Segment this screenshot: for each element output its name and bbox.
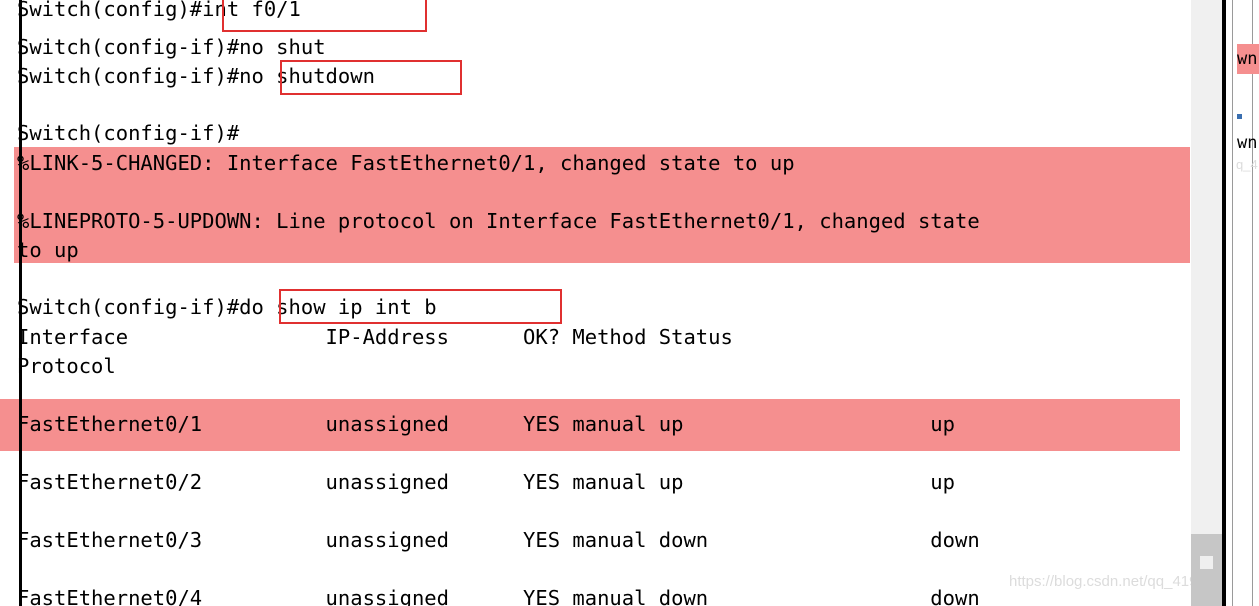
table-row-fa0-3: FastEthernet0/3 unassigned YES manual do… [17,528,980,552]
screenshot-root: Switch(config)#int f0/1 Switch(config-if… [0,0,1259,606]
table-header-line-1: Interface IP-Address OK? Method Status [17,325,733,349]
table-row-fa0-2: FastEthernet0/2 unassigned YES manual up… [17,470,955,494]
console-line-link-changed: %LINK-5-CHANGED: Interface FastEthernet0… [17,151,795,175]
table-row-fa0-1: FastEthernet0/1 unassigned YES manual up… [17,412,955,436]
background-window-edge-right [1252,0,1253,606]
table-header-line-2: Protocol [17,354,116,378]
console-line-prompt-int: Switch(config)#int f0/1 [17,0,301,21]
window-border-divider [1222,0,1226,606]
scrollbar-thumb[interactable] [1191,534,1222,606]
table-row-fa0-4: FastEthernet0/4 unassigned YES manual do… [17,586,980,606]
background-window-sliver[interactable]: wn wn q_4 [1226,0,1259,606]
background-window-text-bottom: wn [1237,133,1258,153]
console-line-lineproto-updown: %LINEPROTO-5-UPDOWN: Line protocol on In… [17,209,980,233]
vertical-scrollbar[interactable] [1191,0,1222,606]
console-line-bare-prompt: Switch(config-if)# [17,121,240,145]
terminal-pane[interactable]: Switch(config)#int f0/1 Switch(config-if… [0,0,1191,606]
console-line-no-shutdown: Switch(config-if)#no shutdown [17,64,375,88]
console-line-no-shut: Switch(config-if)#no shut [17,35,326,59]
console-line-lineproto-cont: to up [17,238,79,262]
scrollbar-grip [1200,556,1213,569]
csdn-watermark: https://blog.csdn.net/qq_41901122 [1009,573,1191,590]
left-gutter-rule [19,0,22,606]
console-line-do-show-ip-int: Switch(config-if)#do show ip int b [17,295,437,319]
background-window-caret-mark [1237,114,1242,119]
background-window-watermark: q_4 [1236,157,1258,172]
background-window-edge-left [1232,0,1233,606]
background-window-text-top: wn [1237,49,1258,69]
